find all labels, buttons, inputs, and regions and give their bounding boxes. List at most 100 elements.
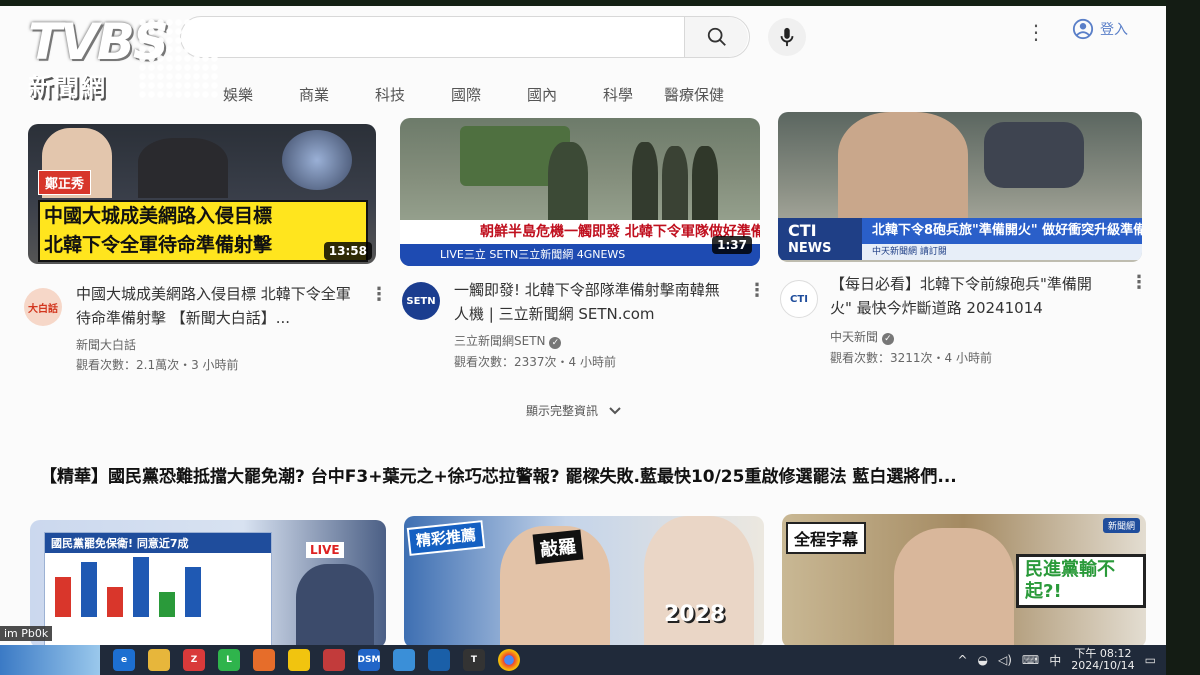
video-thumbnail-3[interactable]: CTI NEWS 北韓下令8砲兵旅"準備開火" 做好衝突升級準備 中天新聞網 請… (778, 112, 1142, 262)
more-options-icon[interactable]: ⋮ (370, 284, 388, 305)
logo-dot-pattern (138, 18, 218, 98)
thumbnail-bottom-bar: LIVE三立 SETN三立新聞網 4GNEWS (400, 244, 760, 266)
chip-science[interactable]: 科學 (580, 84, 656, 105)
firefox-icon[interactable] (253, 649, 275, 671)
thumbnail-caption: 北韓下令8砲兵旅"準備開火" 做好衝突升級準備 (862, 218, 1142, 244)
video-thumbnail-1[interactable]: 鄭正秀 中國大城成美網路入侵目標 北韓下令全軍待命準備射擊 13:58 (28, 124, 376, 264)
search-button[interactable] (684, 17, 748, 57)
section-title[interactable]: 【精華】國民黨恐難抵擋大罷免潮? 台中F3+葉元之+徐巧芯拉警報? 罷樑失敗.藍… (40, 462, 957, 487)
chip-international[interactable]: 國際 (428, 84, 504, 105)
video-title[interactable]: 一觸即發! 北韓下令部隊準備射擊南韓無人機 | 三立新聞網 SETN.com (454, 278, 734, 326)
thumbnail-tag: 敲羅 (532, 529, 584, 565)
thumbnail-bar (81, 562, 97, 617)
more-options-icon[interactable]: ⋮ (1130, 272, 1148, 293)
chrome-icon[interactable] (498, 649, 520, 671)
line-icon[interactable]: L (218, 649, 240, 671)
video-meta: 觀看次數：3211次・4 小時前 (830, 351, 992, 365)
chip-business[interactable]: 商業 (276, 84, 352, 105)
edge-icon[interactable]: e (113, 649, 135, 671)
microphone-icon (780, 27, 794, 47)
thumbnail-tag: 全程字幕 (786, 522, 867, 554)
monitor-bezel-right (1166, 0, 1200, 675)
keyboard-icon[interactable]: ⌨ (1022, 653, 1039, 667)
video-meta: 觀看次數：2337次・4 小時前 (454, 355, 616, 369)
chip-technology[interactable]: 科技 (352, 84, 428, 105)
thumbnail-soldier (838, 112, 968, 218)
network-icon[interactable]: ◒ (978, 653, 988, 667)
overlay-tag: im Pb0k (0, 626, 53, 641)
channel-name[interactable]: 新聞大白話 (76, 336, 136, 353)
app-icon[interactable]: Z (183, 649, 205, 671)
search-icon (707, 27, 726, 46)
volume-icon[interactable]: ◁) (998, 653, 1012, 667)
thumbnail-bar (133, 557, 149, 617)
thumbnail-soldier (662, 146, 688, 220)
channel-avatar[interactable]: SETN (402, 282, 440, 320)
channel-name-text: 中天新聞 (830, 330, 879, 344)
video-thumbnail-4[interactable]: 國民黨罷免保衛! 同意近7成 LIVE (30, 520, 386, 645)
show-all-label: 顯示完整資訊 (526, 404, 599, 418)
chevron-up-icon[interactable]: ^ (957, 653, 967, 667)
thumbnail-tag: 精彩推薦 (406, 520, 486, 556)
taskbar-wallpaper-strip (0, 645, 100, 675)
thumbnail-soldier (632, 142, 658, 220)
thumbnail-person (138, 138, 228, 198)
more-options-icon[interactable]: ⋮ (748, 280, 766, 301)
thumbnail-caption-line1: 中國大城成美網路入侵目標 (44, 205, 273, 227)
channel-avatar[interactable]: 大白話 (24, 288, 62, 326)
thumbnail-soldier (548, 142, 588, 220)
verified-icon: ✓ (549, 337, 562, 349)
windows-taskbar: e Z L DSM T ^ ◒ ◁) ⌨ 中 下午 08:12 2024/10/… (0, 645, 1166, 675)
channel-name-text: 三立新聞網SETN (454, 334, 546, 348)
folder-icon[interactable] (148, 649, 170, 671)
thumbnail-subline: 中天新聞網 請訂閱 (862, 244, 1142, 260)
cti-logo-line1: CTI (788, 221, 817, 240)
live-label: LIVE (306, 542, 344, 558)
thumbnail-bar (185, 567, 201, 617)
thumbnail-chart-box: 國民黨罷免保衛! 同意近7成 (44, 532, 272, 645)
thumbnail-person (296, 564, 374, 645)
chip-health[interactable]: 醫療保健 (656, 84, 732, 105)
notes-icon[interactable] (288, 649, 310, 671)
thumbnail-caption: 中國大城成美網路入侵目標 北韓下令全軍待命準備射擊 (38, 200, 368, 262)
video-title[interactable]: 中國大城成美網路入侵目標 北韓下令全軍待命準備射擊 【新聞大白話】... (76, 282, 356, 330)
thumbnail-badge: 新聞網 (1102, 518, 1140, 533)
thumbnail-callout: 民進黨輸不起?! (1016, 554, 1146, 608)
channel-avatar[interactable]: CTI (780, 280, 818, 318)
thumbnail-chart-header: 國民黨罷免保衛! 同意近7成 (45, 533, 271, 553)
signin-button[interactable]: 登入 (1072, 18, 1128, 40)
channel-name[interactable]: 中天新聞 ✓ (830, 328, 894, 345)
settings-menu-icon[interactable]: ⋮ (1026, 20, 1046, 44)
dsm-icon[interactable]: DSM (358, 649, 380, 671)
app-icon[interactable] (323, 649, 345, 671)
app-icon[interactable] (428, 649, 450, 671)
show-all-button[interactable]: 顯示完整資訊 (526, 402, 622, 419)
cti-logo-line2: NEWS (788, 241, 832, 256)
account-icon (1072, 18, 1094, 40)
chip-domestic[interactable]: 國內 (504, 84, 580, 105)
app-icon[interactable] (393, 649, 415, 671)
channel-name[interactable]: 三立新聞網SETN ✓ (454, 332, 562, 349)
chevron-down-icon (609, 406, 621, 414)
notification-icon[interactable]: ▭ (1145, 653, 1156, 667)
thumbnail-soldier (692, 146, 718, 220)
thumbnail-bars (45, 553, 271, 623)
video-duration: 1:37 (712, 236, 752, 254)
thumbnail-bar (55, 577, 71, 617)
category-chips: 娛樂 商業 科技 國際 國內 科學 醫療保健 (200, 84, 732, 105)
terminal-icon[interactable]: T (463, 649, 485, 671)
signin-label: 登入 (1100, 22, 1128, 38)
input-language[interactable]: 中 (1049, 652, 1061, 669)
thumbnail-bar (107, 587, 123, 617)
search-input[interactable] (180, 16, 750, 58)
voice-search-button[interactable] (768, 18, 806, 56)
thumbnail-blur-circle (282, 130, 352, 190)
video-title[interactable]: 【每日必看】北韓下令前線砲兵"準備開火" 最快今炸斷道路 20241014 (830, 272, 1110, 320)
video-duration: 13:58 (323, 242, 372, 260)
taskbar-clock[interactable]: 下午 08:12 2024/10/14 (1071, 648, 1134, 672)
thumbnail-year-text: 2028 (664, 602, 726, 627)
tvbs-logo: TVBS 新聞網 (28, 14, 228, 114)
video-thumbnail-5[interactable]: 精彩推薦 敲羅 2028 (404, 516, 764, 645)
video-thumbnail-2[interactable]: 朝鮮半島危機一觸即發 北韓下令軍隊做好準備 LIVE三立 SETN三立新聞網 4… (400, 118, 760, 266)
video-thumbnail-6[interactable]: 全程字幕 新聞網 民進黨輸不起?! (782, 514, 1146, 645)
